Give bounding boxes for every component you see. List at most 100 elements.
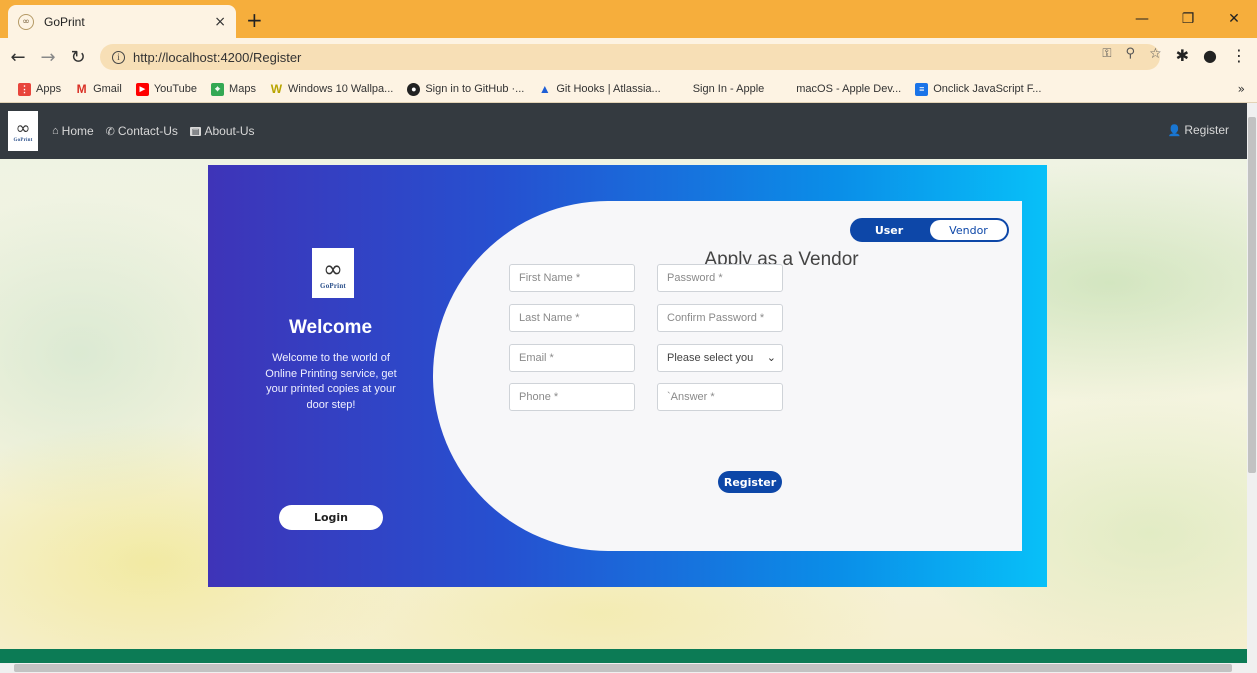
maps-icon: ⌖ — [211, 82, 225, 96]
window-controls: — ❐ ✕ — [1119, 0, 1257, 38]
email-input[interactable] — [509, 344, 635, 372]
confirm-password-input[interactable] — [657, 304, 783, 332]
bookmarks-bar: ⋮ Apps M Gmail ▶ YouTube ⌖ Maps W Window… — [0, 76, 1257, 103]
browser-tab[interactable]: ∞ GoPrint × — [8, 5, 236, 38]
menu-icon[interactable]: ⋮ — [1231, 46, 1247, 65]
bookmark-apple-signin[interactable]: Sign In - Apple — [675, 83, 765, 96]
bookmark-label: YouTube — [153, 83, 198, 95]
url-text: http://localhost:4200/Register — [133, 49, 302, 65]
first-name-input[interactable] — [509, 264, 635, 292]
security-question-select[interactable]: Please select you ⌄ — [657, 344, 783, 372]
bookmark-github[interactable]: ● Sign in to GitHub ·... — [407, 82, 525, 96]
welcome-panel: ∞ GoPrint Welcome Welcome to the world o… — [208, 165, 453, 587]
bookmark-label: Maps — [229, 83, 256, 95]
apps-grid-icon: ⋮ — [18, 82, 31, 96]
goprint-favicon-icon: ∞ — [18, 13, 34, 30]
brand-logo-word: GoPrint — [13, 137, 33, 143]
gmail-icon: M — [76, 82, 87, 96]
document-icon: ≡ — [915, 82, 929, 96]
toolbar-actions: ⚿ ⚲ ☆ ✱ ● ⋮ — [1102, 46, 1247, 65]
more-bookmarks-icon[interactable]: » — [1238, 82, 1245, 96]
reload-icon[interactable]: ↻ — [66, 47, 90, 68]
user-plus-icon: 👤 — [1167, 124, 1182, 137]
chevron-down-icon: ⌄ — [766, 352, 776, 364]
windows-wallpaper-icon: W — [270, 82, 283, 96]
nav-register[interactable]: 👤 Register — [1168, 123, 1229, 137]
browser-toolbar: ← → ↻ i http://localhost:4200/Register ⚿… — [0, 38, 1257, 76]
profile-icon[interactable]: ● — [1203, 46, 1217, 65]
vertical-scrollbar[interactable] — [1247, 103, 1257, 673]
site-navbar: ∞ GoPrint ⌂ Home ✆ Contact-Us ▤ About-Us… — [0, 103, 1247, 159]
bookmark-label: Gmail — [93, 83, 122, 95]
goprint-logo-icon: ∞ — [323, 255, 343, 283]
forward-icon[interactable]: → — [36, 47, 60, 68]
bookmark-apps[interactable]: ⋮ Apps — [18, 82, 62, 96]
nav-contact-label: Contact-Us — [117, 124, 178, 138]
nav-register-label: Register — [1184, 123, 1229, 137]
bookmark-label: macOS - Apple Dev... — [796, 83, 902, 95]
welcome-logo-word: GoPrint — [320, 282, 346, 290]
welcome-text: Welcome to the world of Online Printing … — [265, 352, 397, 411]
bookmark-label: Sign In - Apple — [692, 83, 765, 95]
site-info-icon[interactable]: i — [112, 50, 125, 64]
page-viewport: ∞ GoPrint ⌂ Home ✆ Contact-Us ▤ About-Us… — [0, 103, 1247, 673]
tab-close-icon[interactable]: × — [214, 14, 226, 30]
nav-about-label: About-Us — [204, 124, 255, 138]
vendor-form-panel: User Vendor Apply as a Vendor Please sel… — [433, 201, 1022, 551]
nav-home[interactable]: ⌂ Home — [52, 124, 94, 138]
password-input[interactable] — [657, 264, 783, 292]
bookmark-onclick-js[interactable]: ≡ Onclick JavaScript F... — [915, 82, 1042, 96]
user-vendor-toggle: User Vendor — [850, 218, 1009, 242]
zoom-icon[interactable]: ⚲ — [1126, 46, 1136, 65]
welcome-logo: ∞ GoPrint — [312, 248, 354, 298]
tab-title: GoPrint — [44, 14, 85, 29]
register-button[interactable]: Register — [718, 471, 782, 493]
bookmark-label: Windows 10 Wallpa... — [287, 83, 394, 95]
nav-about[interactable]: ▤ About-Us — [189, 124, 255, 138]
bookmark-windows-wallpaper[interactable]: W Windows 10 Wallpa... — [270, 82, 394, 96]
youtube-icon: ▶ — [135, 82, 149, 96]
tab-user[interactable]: User — [850, 218, 928, 242]
horizontal-scrollbar[interactable] — [0, 663, 1247, 673]
bookmark-maps[interactable]: ⌖ Maps — [211, 82, 256, 96]
register-card: ∞ GoPrint Welcome Welcome to the world o… — [208, 165, 1047, 587]
key-icon[interactable]: ⚿ — [1102, 46, 1111, 65]
last-name-input[interactable] — [509, 304, 635, 332]
bookmark-label: Onclick JavaScript F... — [933, 83, 1042, 95]
bookmark-gmail[interactable]: M Gmail — [75, 82, 122, 96]
tab-vendor[interactable]: Vendor — [930, 220, 1007, 240]
minimize-icon[interactable]: — — [1119, 0, 1165, 38]
phone-icon: ✆ — [105, 125, 115, 138]
close-window-icon[interactable]: ✕ — [1211, 0, 1257, 38]
nav-contact[interactable]: ✆ Contact-Us — [106, 124, 178, 138]
login-button[interactable]: Login — [279, 505, 383, 530]
bookmark-youtube[interactable]: ▶ YouTube — [135, 82, 198, 96]
atlassian-icon: ▲ — [538, 82, 551, 96]
horizontal-scroll-thumb[interactable] — [14, 664, 1232, 672]
vertical-scroll-thumb[interactable] — [1248, 117, 1256, 473]
bookmark-atlassian[interactable]: ▲ Git Hooks | Atlassia... — [538, 82, 661, 96]
answer-input[interactable] — [657, 383, 783, 411]
apple-icon — [675, 83, 688, 96]
bookmark-macos-dev[interactable]: macOS - Apple Dev... — [778, 83, 901, 96]
brand-logo[interactable]: ∞ GoPrint — [8, 111, 38, 151]
restore-icon[interactable]: ❐ — [1165, 0, 1211, 38]
bookmark-label: Sign in to GitHub ·... — [425, 83, 525, 95]
back-icon[interactable]: ← — [6, 47, 30, 68]
browser-tab-strip: ∞ GoPrint × + — ❐ ✕ — [0, 0, 1257, 38]
id-card-icon: ▤ — [189, 126, 202, 136]
bookmark-label: Apps — [36, 83, 62, 95]
new-tab-button[interactable]: + — [246, 8, 263, 32]
apple-icon — [778, 83, 791, 96]
goprint-logo-icon: ∞ — [15, 117, 31, 139]
nav-home-label: Home — [61, 124, 94, 138]
address-bar[interactable]: i http://localhost:4200/Register — [100, 44, 1160, 70]
security-question-value: Please select you — [667, 352, 754, 364]
github-icon: ● — [407, 82, 421, 96]
home-icon: ⌂ — [52, 125, 59, 137]
star-icon[interactable]: ☆ — [1149, 46, 1162, 65]
phone-input[interactable] — [509, 383, 635, 411]
extensions-icon[interactable]: ✱ — [1176, 46, 1189, 65]
footer-bar — [0, 649, 1247, 663]
bookmark-label: Git Hooks | Atlassia... — [556, 83, 661, 95]
